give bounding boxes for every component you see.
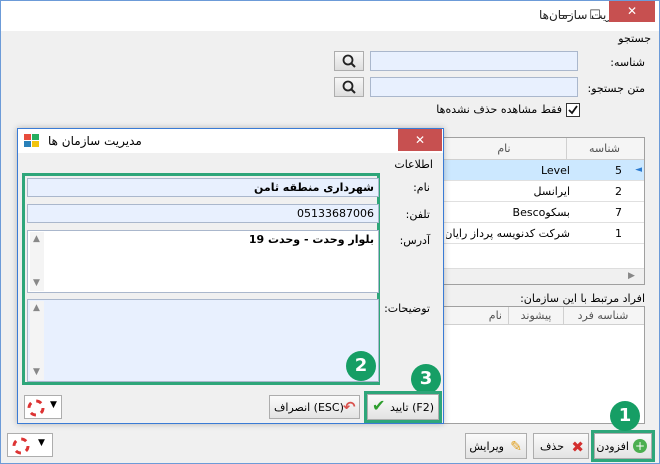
table-row[interactable]: 1 شرکت کدنویسه پرداز رایان bbox=[442, 223, 644, 244]
search-id-button[interactable] bbox=[334, 51, 364, 71]
cell-id: 5 bbox=[615, 164, 622, 177]
phone-input[interactable]: 05133687006 bbox=[27, 204, 379, 223]
cell-id: 1 bbox=[615, 227, 622, 240]
checkmark-icon bbox=[568, 105, 578, 115]
address-textarea[interactable]: ▲ ▼ بلوار وحدت - وحدت 19 bbox=[27, 230, 379, 293]
checkmark-icon: ✔ bbox=[372, 396, 386, 415]
scroll-up-icon[interactable]: ▲ bbox=[33, 234, 40, 244]
step-badge-3: 3 bbox=[411, 364, 441, 394]
address-text: بلوار وحدت - وحدت 19 bbox=[248, 233, 374, 246]
cell-name: ایرانسل bbox=[533, 185, 570, 198]
dialog-title-bar: مدیریت سازمان ها ✕ bbox=[18, 129, 443, 153]
organizations-grid[interactable]: شناسه نام 5 Level ◄ 2 ایرانسل 7 بسکوBesc… bbox=[441, 137, 645, 285]
edit-button[interactable]: ✎ ویرایش bbox=[465, 433, 527, 459]
delete-button[interactable]: ✖ حذف bbox=[533, 433, 589, 459]
step-badge-2: 2 bbox=[346, 351, 376, 381]
add-button[interactable]: + افزودن bbox=[594, 433, 652, 459]
confirm-button[interactable]: ✔ (F2) تایید bbox=[367, 394, 439, 420]
address-scrollbar[interactable]: ▲ ▼ bbox=[30, 232, 44, 291]
column-header-prefix[interactable]: پیشوند bbox=[508, 307, 564, 325]
notes-textarea[interactable]: ▲ ▼ bbox=[27, 299, 379, 382]
column-header-name[interactable]: نام bbox=[442, 138, 567, 159]
scroll-up-icon[interactable]: ▲ bbox=[33, 303, 40, 313]
column-header-person-id[interactable]: شناسه فرد bbox=[564, 307, 642, 325]
horizontal-scrollbar[interactable]: ▶ bbox=[442, 268, 644, 284]
cell-name: شرکت کدنویسه پرداز رایان bbox=[446, 227, 570, 240]
column-header-id[interactable]: شناسه bbox=[570, 138, 620, 159]
scroll-down-icon[interactable]: ▼ bbox=[33, 367, 40, 377]
cancel-button-label: (ESC) انصراف bbox=[274, 401, 344, 414]
search-group-title: جستجو bbox=[618, 32, 651, 45]
notes-label: توضیحات: bbox=[384, 302, 430, 315]
search-id-label: شناسه: bbox=[610, 56, 645, 69]
scroll-down-icon[interactable]: ▼ bbox=[33, 278, 40, 288]
add-icon: + bbox=[633, 439, 647, 453]
grid-header: شناسه نام bbox=[442, 138, 644, 160]
minimize-icon[interactable]: — bbox=[549, 1, 581, 30]
deleted-filter-label: فقط مشاهده حذف نشده‌ها bbox=[436, 103, 562, 116]
chevron-down-icon: ▼ bbox=[38, 438, 45, 448]
dialog-close-icon[interactable]: ✕ bbox=[398, 129, 442, 151]
search-icon bbox=[342, 54, 356, 68]
edit-button-label: ویرایش bbox=[469, 440, 504, 453]
title-bar: مدیریت سازمان‌ها — ☐ ✕ bbox=[1, 1, 659, 31]
maximize-icon[interactable]: ☐ bbox=[579, 1, 611, 30]
search-text-input[interactable] bbox=[370, 77, 578, 97]
deleted-filter-checkbox[interactable] bbox=[566, 103, 580, 117]
step-badge-1: 1 bbox=[610, 401, 640, 431]
organization-dialog: مدیریت سازمان ها ✕ اطلاعات شهرداری منطقه… bbox=[17, 128, 444, 424]
add-button-label: افزودن bbox=[596, 440, 629, 453]
chevron-down-icon: ▼ bbox=[50, 400, 57, 410]
help-dropdown[interactable]: ▼ bbox=[7, 433, 53, 457]
members-label: افراد مرتبط با این سازمان: bbox=[520, 292, 645, 305]
dialog-help-dropdown[interactable]: ▼ bbox=[24, 395, 62, 419]
pencil-icon: ✎ bbox=[510, 439, 522, 455]
search-text-button[interactable] bbox=[334, 77, 364, 97]
search-id-input[interactable] bbox=[370, 51, 578, 71]
delete-button-label: حذف bbox=[540, 440, 564, 453]
name-input[interactable]: شهرداری منطقه ثامن bbox=[27, 178, 379, 197]
table-row[interactable]: 7 بسکوBesco bbox=[442, 202, 644, 223]
search-text-label: متن جستجو: bbox=[587, 82, 645, 95]
undo-icon: ↶ bbox=[343, 398, 356, 416]
members-grid-header: شناسه فرد پیشوند نام bbox=[442, 307, 644, 325]
search-icon bbox=[342, 80, 356, 94]
row-indicator-icon: ◄ bbox=[635, 165, 642, 175]
cell-id: 7 bbox=[615, 206, 622, 219]
address-label: آدرس: bbox=[399, 234, 430, 247]
notes-scrollbar[interactable]: ▲ ▼ bbox=[30, 301, 44, 380]
column-header-member-name[interactable]: نام bbox=[442, 307, 506, 325]
phone-label: تلفن: bbox=[405, 208, 430, 221]
name-label: نام: bbox=[413, 181, 430, 194]
cell-name: بسکوBesco bbox=[512, 206, 570, 219]
cancel-button[interactable]: ↶ (ESC) انصراف bbox=[269, 395, 360, 419]
dialog-app-icon bbox=[24, 134, 39, 148]
confirm-button-label: (F2) تایید bbox=[390, 401, 434, 414]
scroll-right-icon[interactable]: ▶ bbox=[628, 271, 635, 281]
table-row[interactable]: 2 ایرانسل bbox=[442, 181, 644, 202]
delete-icon: ✖ bbox=[571, 438, 584, 456]
close-icon[interactable]: ✕ bbox=[609, 1, 655, 22]
dialog-title: مدیریت سازمان ها bbox=[48, 134, 142, 148]
lifebuoy-icon bbox=[12, 437, 30, 455]
table-row[interactable]: 5 Level ◄ bbox=[442, 160, 644, 181]
cell-id: 2 bbox=[615, 185, 622, 198]
lifebuoy-icon bbox=[27, 399, 45, 417]
cell-name: Level bbox=[540, 164, 570, 177]
dialog-group-title: اطلاعات bbox=[394, 158, 433, 171]
